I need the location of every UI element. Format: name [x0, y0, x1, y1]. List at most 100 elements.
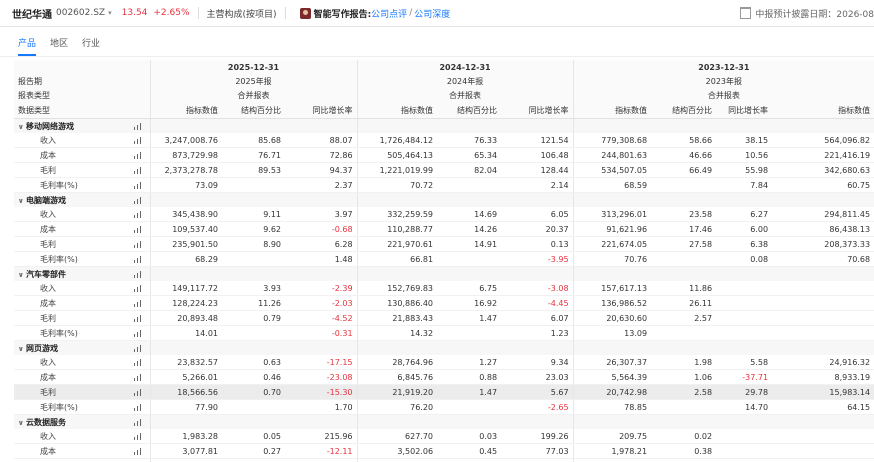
bar-chart-icon[interactable] — [133, 447, 142, 455]
header-row-date: 2025-12-31 2024-12-31 2023-12-31 — [14, 60, 874, 74]
tab-region[interactable]: 地区 — [50, 36, 68, 56]
table-cell: 0.88 — [437, 369, 502, 385]
table-cell — [772, 118, 874, 133]
chevron-down-icon[interactable]: ▾ — [108, 9, 112, 17]
row-label: 毛利率(%) — [40, 254, 78, 264]
table-cell: 68.29 — [150, 251, 222, 267]
stock-code: 002602.SZ — [56, 8, 106, 18]
table-cell: 94.37 — [285, 162, 358, 178]
bar-chart-icon[interactable] — [133, 299, 142, 307]
category-row[interactable]: ∨ 汽车零部件 — [14, 266, 874, 281]
row-label: 收入 — [40, 209, 56, 219]
table-cell: 5.58 — [716, 355, 773, 370]
table-cell: 0.70 — [222, 384, 285, 400]
table-cell: 152,769.83 — [357, 281, 438, 296]
table-cell — [437, 266, 502, 281]
bar-chart-icon[interactable] — [133, 181, 142, 189]
table-cell: 55.98 — [716, 162, 773, 178]
bar-chart-icon[interactable] — [133, 358, 142, 366]
row-label: 毛利 — [40, 387, 56, 397]
table-cell: 70.76 — [573, 251, 652, 267]
table-cell: 2.37 — [285, 177, 358, 193]
table-cell: 3,077.81 — [150, 443, 222, 459]
table-cell — [222, 325, 285, 341]
table-cell: 149,117.72 — [150, 281, 222, 296]
table-cell — [285, 118, 358, 133]
report-type-2025: 合并报表 — [150, 88, 358, 102]
chevron-down-icon[interactable]: ∨ — [18, 123, 26, 131]
table-cell: 106.48 — [501, 147, 574, 163]
chevron-down-icon[interactable]: ∨ — [18, 419, 26, 427]
table-row: 毛利-1,094.52-0.0461.92-2,874.36-0.19-62.5… — [14, 458, 874, 462]
chevron-down-icon[interactable]: ∨ — [18, 345, 26, 353]
category-row[interactable]: ∨ 网页游戏 — [14, 340, 874, 355]
table-cell: 505,464.13 — [357, 147, 438, 163]
table-cell: 2.57 — [651, 310, 717, 326]
bar-chart-icon[interactable] — [133, 225, 142, 233]
table-cell — [357, 266, 438, 281]
company-depth-link[interactable]: 公司深度 — [414, 7, 450, 20]
bar-chart-icon[interactable] — [133, 314, 142, 322]
company-review-link[interactable]: 公司点评 — [371, 7, 407, 20]
data-table-container[interactable]: 2025-12-31 2024-12-31 2023-12-31 报告期 202… — [14, 60, 874, 462]
table-cell — [716, 325, 773, 341]
bar-chart-icon[interactable] — [133, 151, 142, 159]
bar-chart-icon[interactable] — [133, 403, 142, 411]
table-cell: 2.14 — [501, 177, 574, 193]
table-cell — [716, 458, 773, 462]
chevron-down-icon[interactable]: ∨ — [18, 197, 26, 205]
table-cell: 82.04 — [437, 162, 502, 178]
bar-chart-icon[interactable] — [133, 418, 142, 426]
row-label: 收入 — [40, 283, 56, 293]
table-cell — [772, 443, 874, 459]
bar-chart-icon[interactable] — [133, 270, 142, 278]
table-cell — [222, 118, 285, 133]
category-row[interactable]: ∨ 移动网络游戏 — [14, 118, 874, 133]
table-cell: 15,983.14 — [772, 384, 874, 400]
bar-chart-icon[interactable] — [133, 122, 142, 130]
table-cell: 21,883.43 — [357, 310, 438, 326]
row-label: 毛利 — [40, 239, 56, 249]
table-cell: 26.11 — [651, 295, 717, 311]
table-cell: 20,630.60 — [573, 310, 652, 326]
period-date-2023: 2023-12-31 — [573, 60, 874, 74]
table-cell — [716, 310, 773, 326]
table-cell — [772, 310, 874, 326]
bar-chart-icon[interactable] — [133, 196, 142, 204]
table-cell — [651, 399, 717, 415]
table-cell — [573, 414, 652, 429]
bar-chart-icon[interactable] — [133, 344, 142, 352]
table-cell — [573, 266, 652, 281]
table-cell: 534,507.05 — [573, 162, 652, 178]
table-cell — [150, 192, 222, 207]
bar-chart-icon[interactable] — [133, 240, 142, 248]
bar-chart-icon[interactable] — [133, 329, 142, 337]
bar-chart-icon[interactable] — [133, 136, 142, 144]
chevron-down-icon[interactable]: ∨ — [18, 271, 26, 279]
bar-chart-icon[interactable] — [133, 255, 142, 263]
table-cell: 6.00 — [716, 221, 773, 237]
bar-chart-icon[interactable] — [133, 210, 142, 218]
bar-chart-icon[interactable] — [133, 166, 142, 174]
table-cell: 1.23 — [501, 325, 574, 341]
tab-product[interactable]: 产品 — [18, 36, 37, 56]
table-cell: 86,438.13 — [772, 221, 874, 237]
table-cell: -0.31 — [285, 325, 358, 341]
bar-chart-icon[interactable] — [133, 284, 142, 292]
table-cell — [222, 251, 285, 267]
table-cell: 109,537.40 — [150, 221, 222, 237]
bar-chart-icon[interactable] — [133, 432, 142, 440]
table-cell: 1.70 — [285, 399, 358, 415]
stock-name[interactable]: 世纪华通 — [12, 6, 52, 21]
bar-chart-icon[interactable] — [133, 388, 142, 396]
table-cell — [716, 429, 773, 444]
category-row[interactable]: ∨ 电脑端游戏 — [14, 192, 874, 207]
tab-industry[interactable]: 行业 — [82, 36, 100, 56]
period-date-2025: 2025-12-31 — [150, 60, 358, 74]
bar-chart-icon[interactable] — [133, 373, 142, 381]
table-cell: 89.53 — [222, 162, 285, 178]
table-cell: -2.39 — [285, 281, 358, 296]
table-cell: 0.27 — [222, 443, 285, 459]
category-row[interactable]: ∨ 云数据服务 — [14, 414, 874, 429]
table-cell — [437, 177, 502, 193]
